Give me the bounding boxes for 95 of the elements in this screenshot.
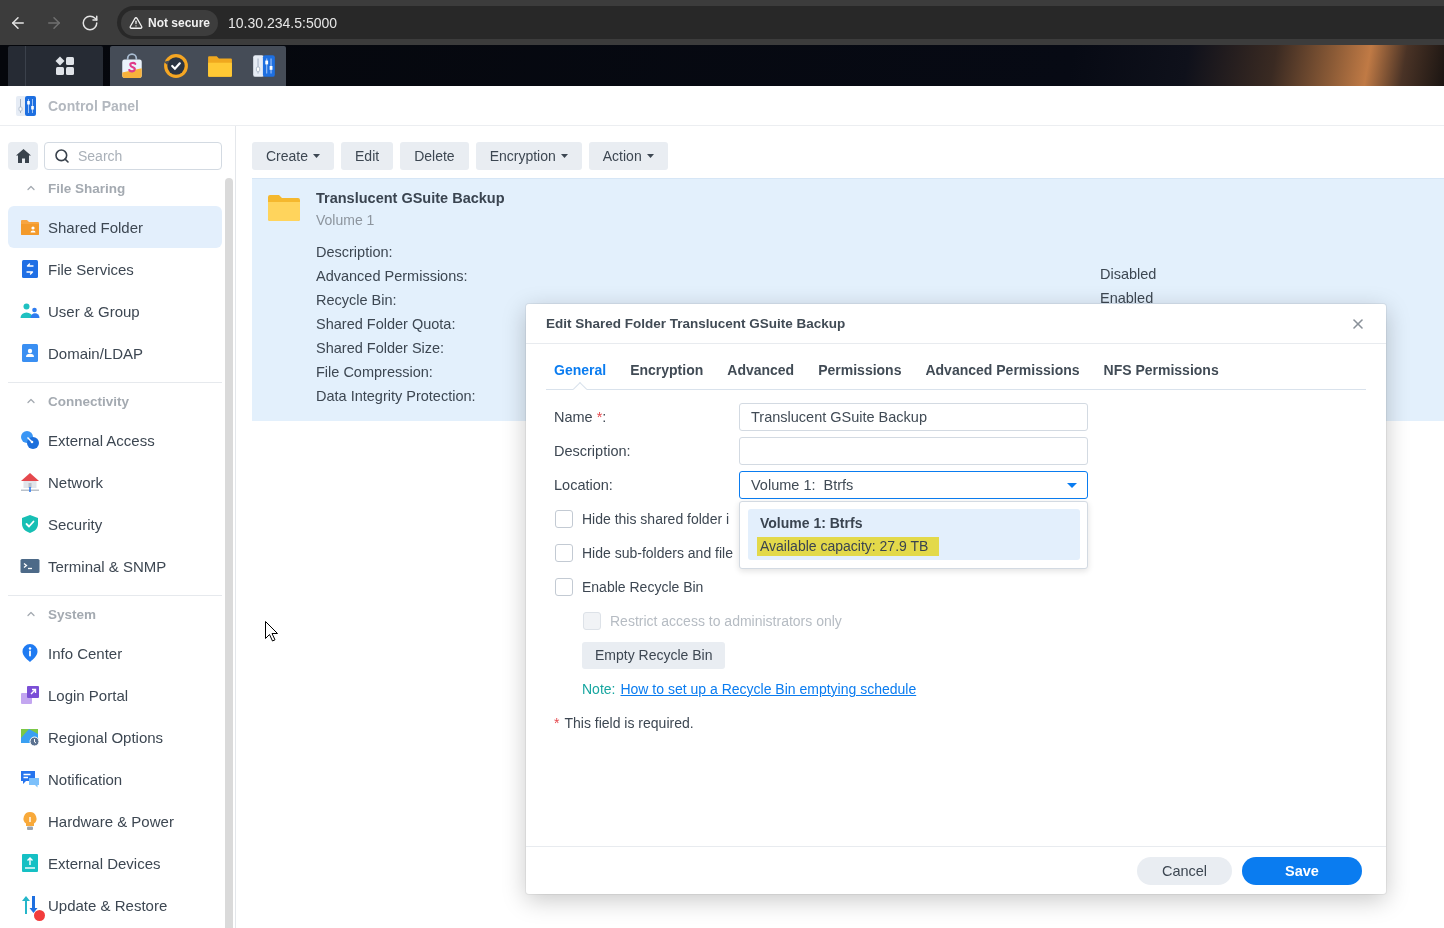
map-clock-icon — [20, 727, 40, 747]
detail-value: Disabled — [1100, 267, 1157, 281]
help-link[interactable]: How to set up a Recycle Bin emptying schedule — [620, 681, 917, 697]
caret-icon — [313, 154, 321, 158]
tab[interactable]: NFS Permissions — [1103, 356, 1219, 396]
checkbox-label: Restrict access to administrators only — [610, 613, 842, 629]
linked-circles-icon — [20, 430, 40, 450]
search-field[interactable]: Search — [44, 142, 222, 170]
start-button[interactable] — [8, 46, 103, 86]
sidebar-item[interactable]: Login Portal — [8, 674, 222, 716]
toolbar-button[interactable]: Action — [588, 142, 668, 170]
sliders-panel-icon — [14, 93, 38, 118]
user-group-icon — [20, 301, 40, 321]
grid-icon — [54, 56, 75, 76]
primary-button[interactable]: Save — [1242, 856, 1362, 885]
chat-bubbles-icon — [20, 769, 40, 789]
folder-icon — [207, 53, 233, 79]
text-field[interactable]: Translucent GSuite Backup — [739, 403, 1088, 431]
house-icon — [15, 149, 31, 163]
sidebar-item[interactable]: Domain/LDAP — [8, 332, 222, 374]
secondary-button[interactable]: Cancel — [1137, 856, 1232, 885]
sidebar-item[interactable]: Info Center — [8, 632, 222, 674]
folder-name: Translucent GSuite Backup — [316, 189, 505, 208]
checkbox-label: Enable Recycle Bin — [582, 579, 704, 595]
shopping-bag-icon — [119, 53, 145, 79]
checkbox[interactable] — [555, 510, 573, 528]
detail-label: Data Integrity Protection: — [316, 387, 476, 406]
toolbar-button[interactable]: Edit — [341, 142, 394, 170]
upload-box-icon — [20, 853, 40, 873]
sidebar-item[interactable]: User & Group — [8, 290, 222, 332]
sidebar-item[interactable]: Update & Restore — [8, 884, 222, 926]
url-text[interactable]: 10.30.234.5:5000 — [228, 14, 338, 31]
detail-label: Description: — [316, 243, 393, 262]
sidebar-item[interactable]: Shared Folder — [8, 206, 222, 248]
detail-label: Advanced Permissions: — [316, 267, 468, 286]
shield-check-icon — [20, 514, 40, 534]
checkbox-label: Hide this shared folder i — [582, 511, 730, 527]
tab[interactable]: Advanced Permissions — [925, 356, 1080, 396]
tab[interactable]: Permissions — [818, 356, 902, 396]
toolbar-button[interactable]: Encryption — [475, 142, 582, 170]
sync-arrows-icon — [20, 895, 40, 915]
house-icon — [20, 472, 40, 492]
tab[interactable]: Encryption — [630, 356, 704, 396]
detail-label: Shared Folder Quota: — [316, 315, 456, 334]
info-pin-icon — [20, 643, 40, 663]
terminal-icon — [20, 556, 40, 576]
detail-label: Shared Folder Size: — [316, 339, 445, 358]
sidebar-item[interactable]: File Services — [8, 248, 222, 290]
text-field[interactable] — [739, 437, 1088, 465]
toolbar-button[interactable]: Delete — [400, 142, 469, 170]
toolbar-button[interactable]: Create — [252, 142, 335, 170]
file-transfer-icon — [20, 259, 40, 279]
sidebar-item[interactable]: Terminal & SNMP — [8, 545, 222, 587]
window-title: Control Panel — [48, 97, 139, 114]
sidebar-item[interactable]: Notification — [8, 758, 222, 800]
caret-icon — [1067, 482, 1077, 488]
select-field[interactable]: Volume 1: Btrfs — [739, 471, 1088, 499]
search-icon — [54, 148, 70, 164]
sidebar-item[interactable]: Hardware & Power — [8, 800, 222, 842]
folder-icon — [268, 194, 300, 222]
security-chip[interactable]: Not secure — [121, 9, 219, 36]
dropdown-option[interactable]: Volume 1: Btrfs Available capacity: 27.9 TB — [748, 509, 1080, 560]
caret-icon — [646, 154, 654, 158]
folder-person-icon — [20, 217, 40, 237]
caret-icon — [560, 154, 568, 158]
clock-check-icon — [163, 53, 189, 79]
checkbox[interactable] — [555, 544, 573, 562]
checkbox[interactable] — [555, 578, 573, 596]
lightbulb-icon — [20, 811, 40, 831]
field-label: Location: — [554, 477, 613, 493]
dialog-button[interactable]: Empty Recycle Bin — [582, 641, 726, 669]
mouse-pointer-icon — [265, 621, 278, 642]
home-button[interactable] — [8, 142, 38, 170]
field-label: Description: — [554, 443, 631, 459]
sidebar-item[interactable]: Regional Options — [8, 716, 222, 758]
detail-value: Enabled — [1100, 291, 1154, 305]
sidebar-item[interactable]: External Devices — [8, 842, 222, 884]
scrollbar[interactable] — [225, 178, 233, 928]
dialog-title: Edit Shared Folder Translucent GSuite Backup — [546, 316, 846, 331]
checkbox-label: Hide sub-folders and file — [582, 545, 733, 561]
sliders-panel-icon — [251, 53, 277, 79]
portal-arrow-icon — [20, 685, 40, 705]
folder-volume: Volume 1 — [316, 211, 375, 230]
sidebar-item[interactable]: Security — [8, 503, 222, 545]
tab[interactable]: Advanced — [727, 356, 795, 396]
detail-label: File Compression: — [316, 363, 433, 382]
warning-icon — [129, 15, 143, 30]
contact-card-icon — [20, 343, 40, 363]
reload-icon — [81, 13, 99, 32]
sidebar-item[interactable]: Network — [8, 461, 222, 503]
note-label: Note: — [582, 681, 616, 697]
detail-label: Recycle Bin: — [316, 291, 397, 310]
tab[interactable]: General — [554, 356, 607, 396]
required-note: * This field is required. — [554, 714, 694, 733]
sidebar-item[interactable]: External Access — [8, 419, 222, 461]
